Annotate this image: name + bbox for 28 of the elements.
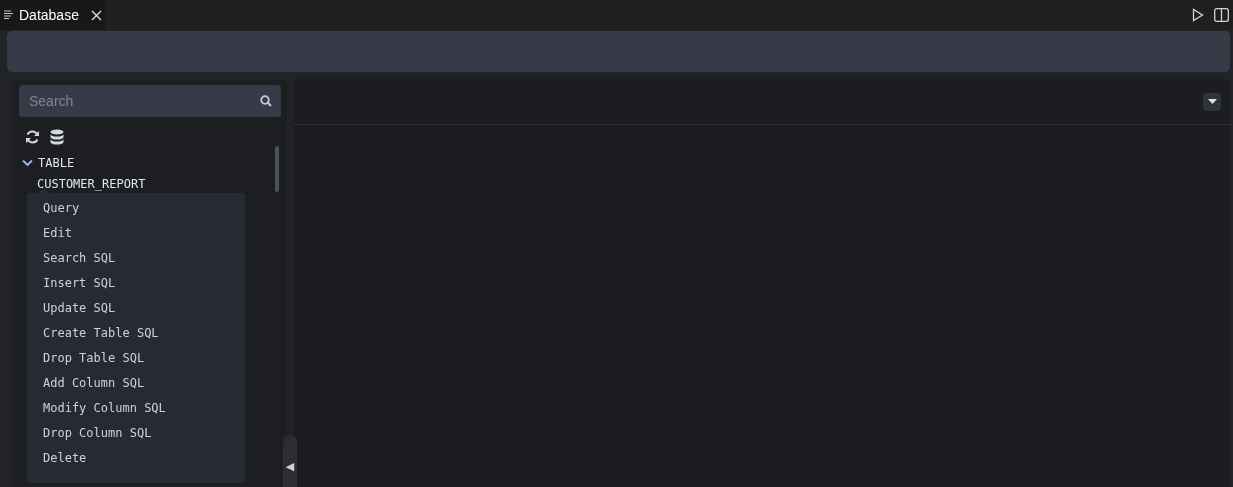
lines-icon [4,10,13,20]
close-icon[interactable] [90,9,102,21]
menu-item[interactable]: Drop Column SQL [27,421,245,446]
menu-item[interactable]: Search SQL [27,246,245,271]
menu-item[interactable]: Insert SQL [27,271,245,296]
caret-icon [1207,99,1217,104]
menu-item[interactable]: Create Table SQL [27,321,245,346]
search-icon[interactable] [260,95,272,107]
play-icon[interactable] [1192,8,1204,22]
menu-item[interactable]: Edit [27,221,245,246]
database-icon[interactable] [50,129,64,145]
menu-item[interactable]: Delete [27,446,245,471]
menu-item[interactable]: Update SQL [27,296,245,321]
dropdown-button[interactable] [1203,92,1221,111]
menu-item[interactable]: Modify Column SQL [27,396,245,421]
scrollbar-thumb[interactable] [275,146,279,192]
tree-item[interactable]: TABLE [19,153,281,173]
menu-item[interactable]: Add Column SQL [27,371,245,396]
refresh-icon[interactable] [25,130,40,144]
editor-tab[interactable]: Database [0,0,105,30]
menu-item[interactable]: Query [27,196,245,221]
menu-item[interactable]: Drop Table SQL [27,346,245,371]
split-view-icon[interactable] [1214,8,1229,22]
collapse-handle[interactable]: ◀ [283,435,297,487]
chevron-icon [22,159,33,167]
search-field[interactable]: Search [19,85,281,117]
tree-item[interactable]: CUSTOMER_REPORT [19,173,281,195]
tab-title: Database [19,7,79,23]
